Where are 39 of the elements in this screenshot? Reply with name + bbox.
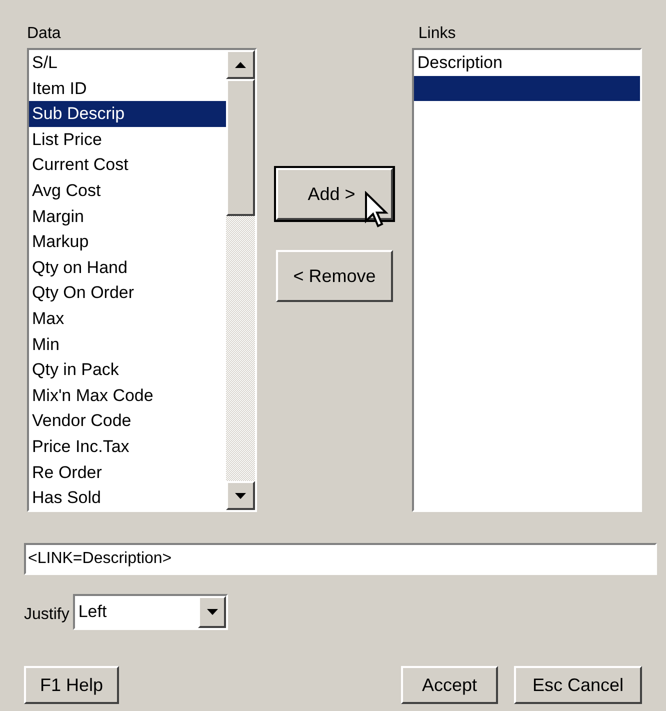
dialog-button[interactable]: Esc Cancel (514, 666, 642, 704)
list-item[interactable]: Max (29, 306, 226, 332)
list-item[interactable]: Vendor Code (29, 408, 226, 434)
list-item[interactable]: Item ID (29, 76, 226, 102)
list-item[interactable]: Avg Cost (29, 178, 226, 204)
list-item[interactable]: Current Cost (29, 152, 226, 178)
list-item[interactable]: Sub Descrip (29, 101, 226, 127)
justify-label: Justify (24, 605, 70, 625)
list-item[interactable]: Description (414, 50, 640, 76)
up-arrow-icon (234, 62, 246, 68)
dialog-button[interactable]: < Remove (276, 250, 393, 302)
scrollbar[interactable] (226, 50, 255, 510)
list-item[interactable]: Re Order (29, 460, 226, 486)
down-arrow-icon (206, 609, 218, 615)
list-item[interactable]: Qty on Hand (29, 254, 226, 280)
scroll-thumb[interactable] (226, 79, 255, 216)
list-item[interactable]: Price Inc.Tax (29, 434, 226, 460)
link-field[interactable]: <LINK=Description> (24, 543, 657, 575)
dialog-button[interactable]: Add > (276, 168, 393, 220)
list-item[interactable]: Qty On Order (29, 280, 226, 306)
list-item[interactable]: Min (29, 332, 226, 358)
list-item[interactable]: Has Sold (29, 485, 226, 510)
dialog-button[interactable]: Accept (401, 666, 498, 704)
list-item[interactable]: Margin (29, 204, 226, 230)
mouse-pointer-icon (364, 191, 390, 229)
list-item[interactable]: Mix'n Max Code (29, 382, 226, 408)
scroll-up-button[interactable] (226, 50, 255, 79)
list-item[interactable]: Markup (29, 229, 226, 255)
list-item[interactable]: S/L (29, 50, 226, 76)
down-arrow-icon (234, 492, 246, 498)
list-item[interactable] (414, 76, 640, 102)
list-label: Links (418, 24, 457, 44)
dialog-button[interactable]: F1 Help (24, 666, 119, 704)
list-item[interactable]: List Price (29, 126, 226, 152)
justify-dropdown[interactable]: Left (73, 594, 228, 630)
scroll-down-button[interactable] (226, 481, 255, 510)
list-label: Data (27, 24, 62, 44)
dropdown-button[interactable] (198, 596, 226, 628)
list-item[interactable]: Qty in Pack (29, 357, 226, 383)
